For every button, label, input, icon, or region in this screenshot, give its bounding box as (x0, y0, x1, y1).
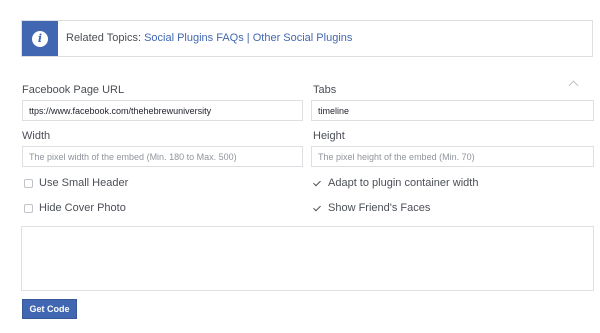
use-small-header-label: Use Small Header (39, 177, 129, 189)
related-topics-text: Related Topics: Social Plugins FAQs | Ot… (66, 32, 352, 44)
page-url-input[interactable] (22, 100, 303, 121)
related-topics-box: i Related Topics: Social Plugins FAQs | … (21, 20, 593, 57)
related-topics-prefix: Related Topics: (66, 32, 142, 44)
use-small-header-checkbox[interactable] (24, 178, 33, 188)
link-separator: | (246, 32, 250, 44)
show-faces-checkbox[interactable] (313, 203, 322, 213)
hide-cover-photo-option[interactable]: Hide Cover Photo (24, 202, 126, 214)
height-input[interactable] (311, 146, 594, 167)
show-faces-label: Show Friend's Faces (328, 202, 431, 214)
adapt-width-label: Adapt to plugin container width (328, 177, 479, 189)
other-social-plugins-link[interactable]: Other Social Plugins (253, 32, 353, 44)
adapt-width-checkbox[interactable] (313, 178, 322, 188)
page-url-label: Facebook Page URL (22, 84, 125, 96)
social-plugins-faqs-link[interactable]: Social Plugins FAQs (144, 32, 244, 44)
hide-cover-photo-checkbox[interactable] (24, 203, 33, 213)
chevron-up-icon[interactable] (568, 80, 579, 91)
adapt-width-option[interactable]: Adapt to plugin container width (313, 177, 478, 189)
get-code-button[interactable]: Get Code (22, 299, 77, 319)
tabs-input[interactable] (311, 100, 594, 121)
show-faces-option[interactable]: Show Friend's Faces (313, 202, 430, 214)
use-small-header-option[interactable]: Use Small Header (24, 177, 128, 189)
width-input[interactable] (22, 146, 303, 167)
code-output-textarea[interactable] (21, 226, 594, 291)
width-label: Width (22, 130, 51, 142)
hide-cover-photo-label: Hide Cover Photo (39, 202, 126, 214)
tabs-label: Tabs (313, 84, 337, 96)
info-icon: i (32, 30, 48, 47)
info-accent-bar: i (22, 21, 58, 56)
height-label: Height (313, 130, 345, 142)
